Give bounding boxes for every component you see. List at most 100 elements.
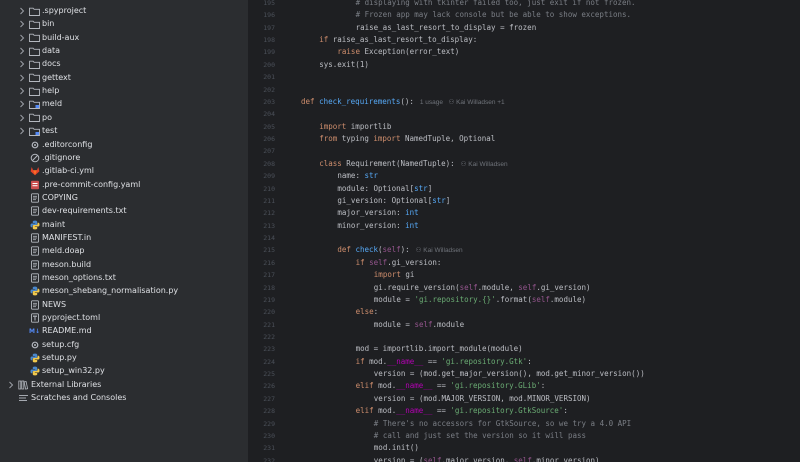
chevron-right-icon[interactable] <box>18 32 26 44</box>
chevron-right-icon[interactable] <box>18 112 26 124</box>
code-line[interactable]: raise Exception(error_text) <box>337 46 459 58</box>
folder-icon <box>29 5 40 17</box>
code-line[interactable]: mod.init() <box>374 442 419 454</box>
code-token: .minor_version) <box>531 455 600 462</box>
inlay-hint[interactable]: ⚇ Kai Willadsen <box>461 161 508 168</box>
code-line[interactable]: mod = importlib.import_module(module) <box>356 343 523 355</box>
tree-item[interactable]: setup.py <box>0 351 248 365</box>
chevron-right-icon[interactable] <box>7 379 15 391</box>
tree-item[interactable]: NEWS <box>0 298 248 312</box>
tree-item[interactable]: build-aux <box>0 31 248 45</box>
code-line[interactable]: version = (self.major_version, self.mino… <box>374 455 600 462</box>
code-line[interactable]: if mod.__name__ == 'gi.repository.Gtk': <box>356 356 532 368</box>
code-line[interactable]: else: <box>356 306 379 318</box>
code-token: __name__ <box>396 381 433 391</box>
code-line[interactable]: def check_requirements(): 1 usage ⚇ Kai W… <box>301 96 505 108</box>
code-token: .gi_version: <box>387 257 442 267</box>
tree-item[interactable]: setup.cfg <box>0 338 248 352</box>
tree-item[interactable]: MANIFEST.in <box>0 231 248 245</box>
tree-item[interactable]: meson_shebang_normalisation.py <box>0 284 248 298</box>
code-line[interactable]: version = (mod.MAJOR_VERSION, mod.MINOR_… <box>374 393 591 405</box>
line-number: 208 <box>263 159 275 168</box>
tree-item[interactable]: docs <box>0 57 248 71</box>
code-editor[interactable]: 195 196 197 198 199 200 201 202 203 204 205 206 207 2… <box>249 0 800 462</box>
code-line[interactable]: # Frozen app may lack console but be abl… <box>356 9 631 21</box>
tree-item[interactable]: setup_win32.py <box>0 364 248 378</box>
code-line[interactable]: # call and just set the version so it wi… <box>374 430 586 442</box>
tree-item[interactable]: meld <box>0 97 248 111</box>
code-token: NamedTuple, Optional <box>404 134 496 144</box>
code-line[interactable]: def check(self): ⚇ Kai Willadsen <box>337 244 462 256</box>
code-line[interactable]: major_version: int <box>337 207 418 219</box>
code-line[interactable]: # There's no accessors for GtkSource, so… <box>374 418 631 430</box>
code-line[interactable]: raise_as_last_resort_to_display = frozen <box>356 22 537 34</box>
tree-item[interactable]: External Libraries <box>0 378 248 392</box>
code-line[interactable]: if self.gi_version: <box>356 257 442 269</box>
tree-item[interactable]: .gitlab-ci.yml <box>0 164 248 178</box>
chevron-right-icon[interactable] <box>18 98 26 110</box>
chevron-right-icon[interactable] <box>18 5 26 17</box>
code-line[interactable]: module: Optional[str] <box>337 183 432 195</box>
tree-item[interactable]: .pre-commit-config.yaml <box>0 178 248 192</box>
code-token: self <box>459 282 478 292</box>
code-line[interactable]: import gi <box>374 269 415 281</box>
code-token: gi_version: Optional[ <box>337 195 433 205</box>
chevron-right-icon[interactable] <box>18 72 26 84</box>
tree-item[interactable]: .spyproject <box>0 4 248 18</box>
code-line[interactable]: class Requirement(NamedTuple): ⚇ Kai Will… <box>319 158 507 170</box>
code-line[interactable]: gi.require_version(self.module, self.gi_… <box>374 282 591 294</box>
code-token: else <box>355 307 374 317</box>
code-line[interactable]: elif mod.__name__ == 'gi.repository.GLib… <box>356 380 546 392</box>
tree-item[interactable]: help <box>0 84 248 98</box>
tree-item[interactable]: M↓ README.md <box>0 324 248 338</box>
tree-item[interactable]: pyproject.toml <box>0 311 248 325</box>
chevron-right-icon[interactable] <box>18 85 26 97</box>
code-line[interactable]: module = self.module <box>374 319 464 331</box>
chevron-right-icon[interactable] <box>18 18 26 30</box>
inlay-hint[interactable]: ⚇ Kai Willadsen <box>416 247 463 254</box>
tree-item[interactable]: .editorconfig <box>0 138 248 152</box>
python-file-icon <box>29 285 40 297</box>
tree-item[interactable]: maint <box>0 218 248 232</box>
tree-item[interactable]: .gitignore <box>0 151 248 165</box>
code-line[interactable]: module = 'gi.repository.{}'.format(self.… <box>374 294 586 306</box>
code-line[interactable]: minor_version: int <box>337 220 418 232</box>
chevron-right-icon[interactable] <box>18 125 26 137</box>
tree-item[interactable]: meson.build <box>0 258 248 272</box>
code-line[interactable]: name: str <box>337 170 378 182</box>
tree-item[interactable]: Scratches and Consoles <box>0 391 248 405</box>
tree-item[interactable]: meld.doap <box>0 244 248 258</box>
code-line[interactable]: from typing import NamedTuple, Optional <box>319 133 495 145</box>
tree-item-label: .gitlab-ci.yml <box>42 166 94 176</box>
line-number: 226 <box>263 382 275 391</box>
code-line[interactable]: version = (mod.get_major_version(), mod.… <box>374 368 645 380</box>
line-number: 220 <box>263 308 275 317</box>
line-number: 224 <box>263 357 275 366</box>
code-line[interactable]: # displaying with tkinter failed too, ju… <box>356 0 636 9</box>
code-token: # There's no accessors for GtkSource, so… <box>373 418 632 428</box>
tree-item[interactable]: meson_options.txt <box>0 271 248 285</box>
tree-item[interactable]: COPYING <box>0 191 248 205</box>
code-token: if <box>355 356 370 366</box>
tree-item[interactable]: dev-requirements.txt <box>0 204 248 218</box>
code-line[interactable]: sys.exit(1) <box>319 59 369 71</box>
tree-item[interactable]: po <box>0 111 248 125</box>
tree-item[interactable]: data <box>0 44 248 58</box>
code-line[interactable]: gi_version: Optional[str] <box>337 195 450 207</box>
code-line[interactable]: if raise_as_last_resort_to_display: <box>319 34 477 46</box>
chevron-right-icon[interactable] <box>18 45 26 57</box>
libraries-icon <box>18 379 29 391</box>
chevron-right-icon[interactable] <box>18 58 26 70</box>
tree-item-label: maint <box>42 219 66 229</box>
code-line[interactable]: elif mod.__name__ == 'gi.repository.GtkS… <box>356 405 568 417</box>
line-number: 203 <box>263 97 275 106</box>
line-number: 195 <box>263 0 275 7</box>
inlay-hint[interactable]: 1 usage ⚇ Kai Willadsen +1 <box>420 99 505 106</box>
code-token: .major_version, <box>441 455 514 462</box>
code-token: check <box>355 245 379 255</box>
tree-item[interactable]: test <box>0 124 248 138</box>
module-folder-icon <box>29 98 40 110</box>
tree-item[interactable]: gettext <box>0 71 248 85</box>
tree-item[interactable]: bin <box>0 17 248 31</box>
code-line[interactable]: import importlib <box>319 121 391 133</box>
